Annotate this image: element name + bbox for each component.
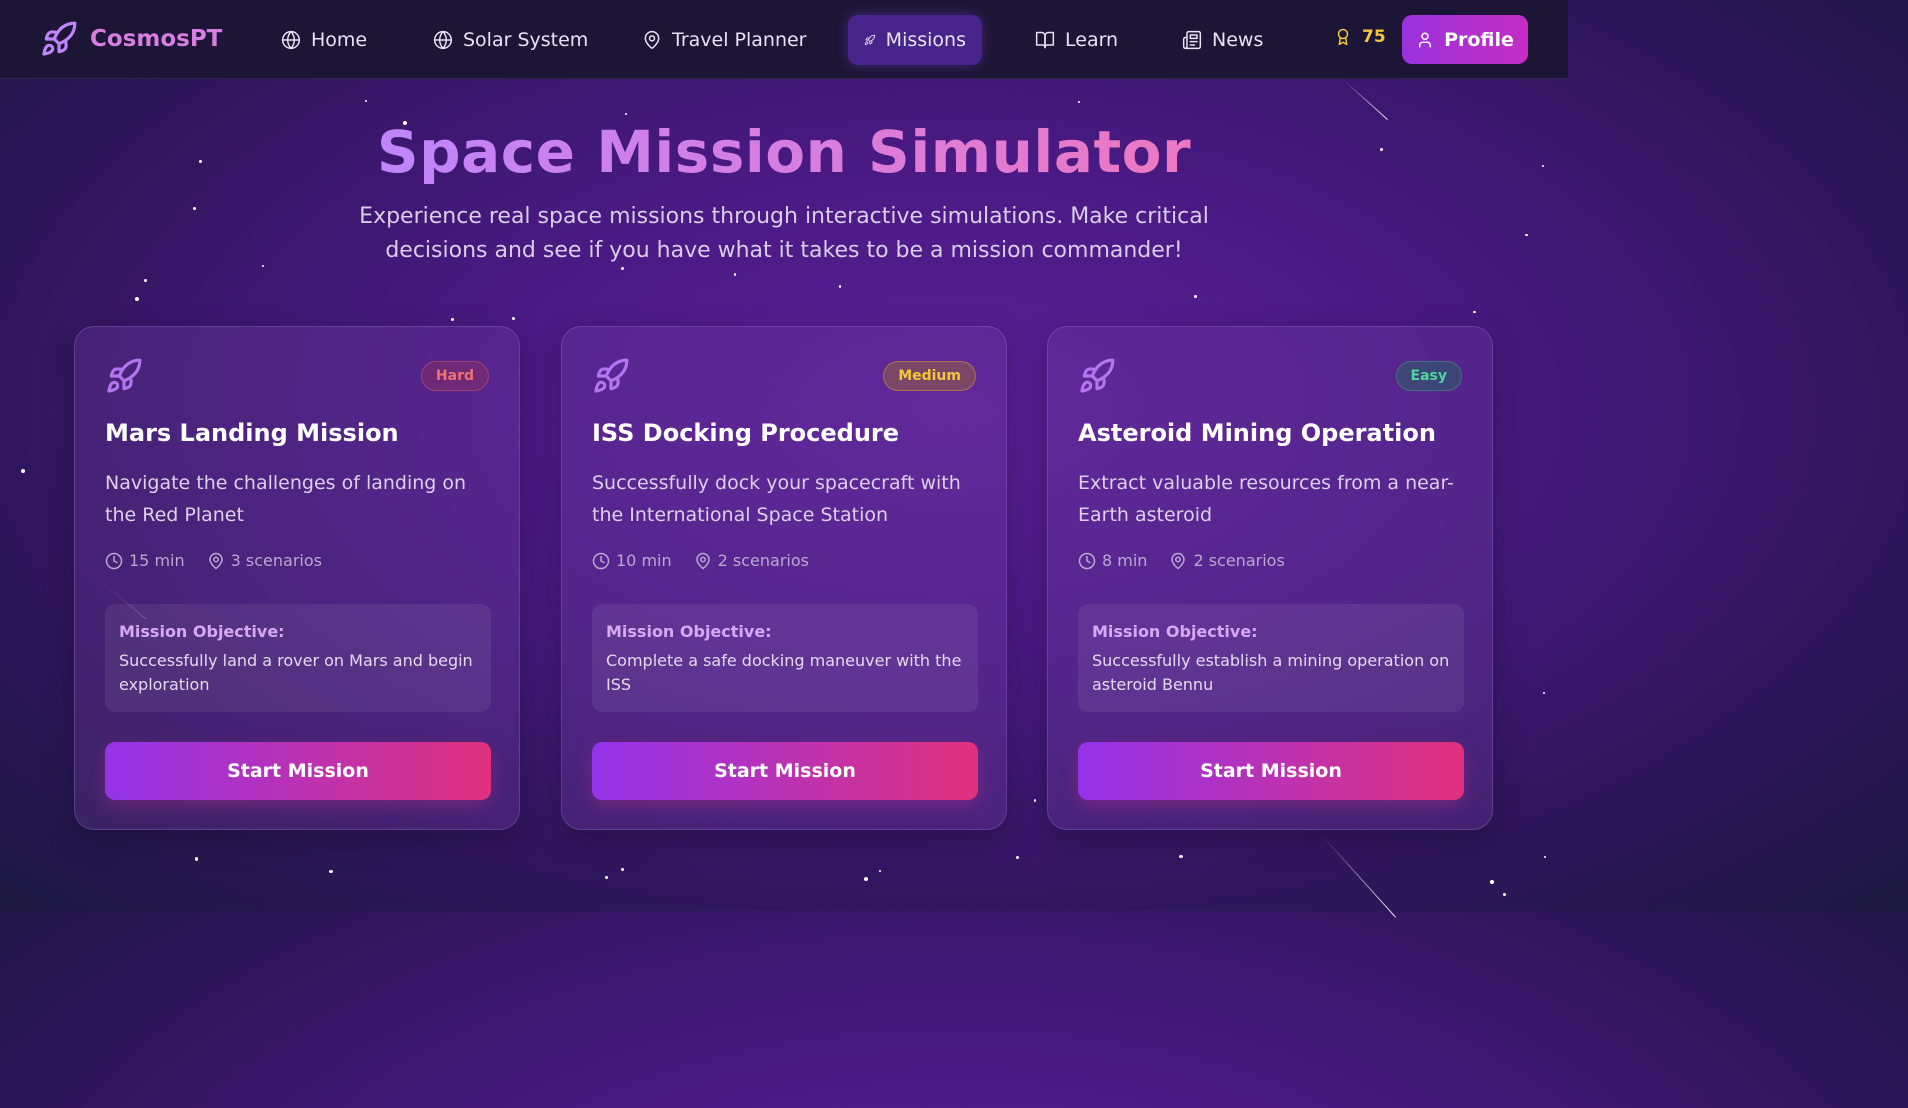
nav-item-label: Missions [885,29,966,51]
scenarios-label: 2 scenarios [1193,551,1285,570]
duration: 15 min [105,551,185,570]
mission-card-asteroid: Easy Asteroid Mining Operation Extract v… [1047,326,1493,830]
brand-name: CosmosPT [90,26,223,52]
page-subtitle: Experience real space missions through i… [359,204,1209,263]
page-title: Space Mission Simulator [376,118,1192,186]
objective-text: Successfully establish a mining operatio… [1092,651,1450,694]
objective-text: Successfully land a rover on Mars and be… [119,651,473,694]
duration: 8 min [1078,551,1147,570]
mission-title: ISS Docking Procedure [592,419,900,447]
globe-icon [433,30,453,50]
mission-card-iss: Medium ISS Docking Procedure Successfull… [561,326,1007,830]
clock-icon [105,552,123,569]
nav-item-news[interactable]: News [1166,15,1279,65]
duration-label: 8 min [1102,551,1148,570]
nav-item-home[interactable]: Home [265,15,383,65]
map-pin-icon [695,552,710,569]
rocket-icon [1080,358,1115,393]
duration-label: 15 min [129,551,185,570]
points-counter: 75 [1334,27,1386,47]
nav-item-learn[interactable]: Learn [1019,15,1134,65]
rocket-icon [42,21,77,56]
scenarios: 2 scenarios [1169,551,1285,570]
difficulty-badge: Hard [420,361,489,391]
map-pin-icon [208,552,223,569]
profile-label: Profile [1444,28,1514,51]
objective-label: Mission Objective: [606,622,772,641]
nav-item-label: Home [311,29,368,51]
profile-button[interactable]: Profile [1402,15,1528,64]
mission-description: Successfully dock your spacecraft with t… [592,472,961,526]
mission-meta: 10 min 2 scenarios [592,551,809,570]
user-icon [1419,32,1432,47]
nav-item-label: Solar System [463,29,589,51]
objective-text: Complete a safe docking maneuver with th… [606,651,962,694]
newspaper-icon [1182,30,1202,50]
map-pin-icon [644,30,660,50]
mission-objective-box: Mission Objective: Complete a safe docki… [592,604,978,712]
rocket-icon [594,358,629,393]
mission-meta: 15 min 3 scenarios [105,551,322,570]
duration: 10 min [592,551,672,570]
scenarios-label: 3 scenarios [230,551,322,570]
duration-label: 10 min [616,551,672,570]
nav-item-label: News [1212,29,1264,51]
mission-title: Mars Landing Mission [105,419,399,447]
difficulty-badge: Easy [1395,361,1462,391]
start-mission-button[interactable]: Start Mission [592,742,978,800]
scenarios-label: 2 scenarios [717,551,809,570]
nav-item-missions[interactable]: Missions [848,15,982,65]
award-icon [1337,28,1349,46]
mission-description: Extract valuable resources from a near-E… [1078,472,1454,526]
objective-label: Mission Objective: [119,622,285,641]
mission-card-mars: Hard Mars Landing Mission Navigate the c… [74,326,520,830]
scenarios: 3 scenarios [207,551,322,570]
difficulty-badge: Medium [883,361,976,391]
rocket-icon [107,358,142,393]
top-navbar: CosmosPT Home Solar System Travel Planne… [0,0,1568,79]
scenarios: 2 scenarios [694,551,809,570]
nav-item-solar-system[interactable]: Solar System [417,15,604,65]
mission-description: Navigate the challenges of landing on th… [105,472,467,526]
mission-title: Asteroid Mining Operation [1078,419,1436,447]
nav-item-label: Learn [1065,29,1119,51]
start-mission-button[interactable]: Start Mission [1078,742,1464,800]
clock-icon [592,552,610,569]
nav-item-travel-planner[interactable]: Travel Planner [626,15,822,65]
mission-meta: 8 min 2 scenarios [1078,551,1285,570]
clock-icon [1078,552,1096,569]
rocket-icon [864,34,876,46]
start-mission-button[interactable]: Start Mission [105,742,491,800]
map-pin-icon [1171,552,1186,569]
mission-objective-box: Mission Objective: Successfully land a r… [105,604,491,712]
globe-icon [281,30,301,50]
brand-logo[interactable]: CosmosPT [40,20,222,58]
objective-label: Mission Objective: [1092,622,1258,641]
book-icon [1035,31,1055,49]
mission-objective-box: Mission Objective: Successfully establis… [1078,604,1464,712]
nav-item-label: Travel Planner [672,29,807,51]
points-value: 75 [1362,27,1386,47]
